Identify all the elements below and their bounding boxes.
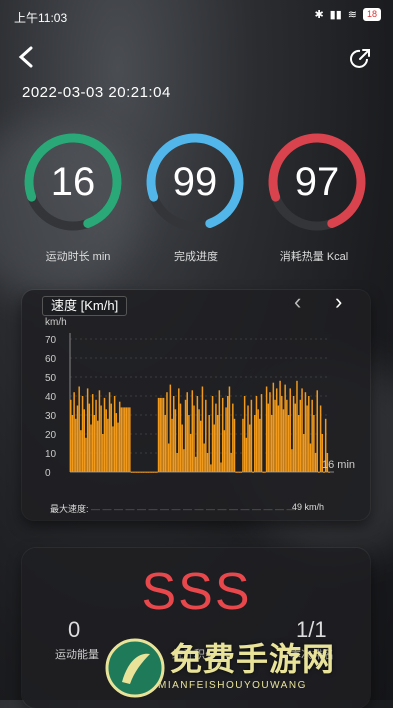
chart-prev-button[interactable]: ‹ — [294, 290, 301, 314]
signal-icon: ▮▮ — [329, 9, 342, 21]
ring-progress: 99 — [136, 132, 254, 250]
watermark-subtext: MIANFEISHOUYOUWANG — [158, 680, 307, 691]
session-datetime: 2022-03-03 20:21:04 — [22, 84, 171, 101]
ring-progress-value: 99 — [172, 160, 218, 204]
ring-duration-value: 16 — [50, 160, 96, 204]
bluetooth-icon: ✱ — [314, 9, 324, 21]
ring-calories-value: 97 — [294, 160, 340, 204]
status-icons: ✱ ▮▮ ≋ 18 — [314, 8, 381, 21]
battery-icon: 18 — [362, 8, 381, 21]
watermark-text: 免费手游网 — [170, 641, 336, 677]
share-button[interactable] — [347, 46, 373, 72]
grade-text: SSS — [141, 563, 252, 621]
status-bar: 上午11:03 ✱ ▮▮ ≋ 18 — [0, 0, 393, 30]
max-speed-dashes: — — — — — — — — — — — — — — — — — — — [91, 504, 296, 514]
speed-chart-card — [22, 290, 370, 520]
share-icon — [350, 49, 370, 68]
ring-duration: 16 — [14, 132, 132, 250]
energy-label: 运动能量 — [55, 649, 99, 661]
max-speed-label: 最大速度: — [50, 504, 89, 514]
max-speed-row: 最大速度: — — — — — — — — — — — — — — — — — … — [50, 502, 324, 515]
chart-title: 速度 [Km/h] — [42, 296, 128, 316]
max-speed-value: 49 km/h — [291, 502, 324, 512]
wifi-icon: ≋ — [347, 9, 357, 21]
status-time: 上午11:03 — [14, 11, 68, 25]
energy-value: 0 — [68, 617, 81, 642]
back-button[interactable] — [18, 46, 34, 72]
chevron-left-icon — [18, 46, 33, 68]
chart-next-button[interactable]: › — [335, 290, 342, 314]
ring-duration-label: 运动时长 min — [45, 251, 111, 263]
ring-calories: 97 — [258, 132, 376, 250]
ring-calories-label: 消耗热量 Kcal — [279, 251, 349, 263]
ring-progress-label: 完成进度 — [174, 251, 218, 263]
